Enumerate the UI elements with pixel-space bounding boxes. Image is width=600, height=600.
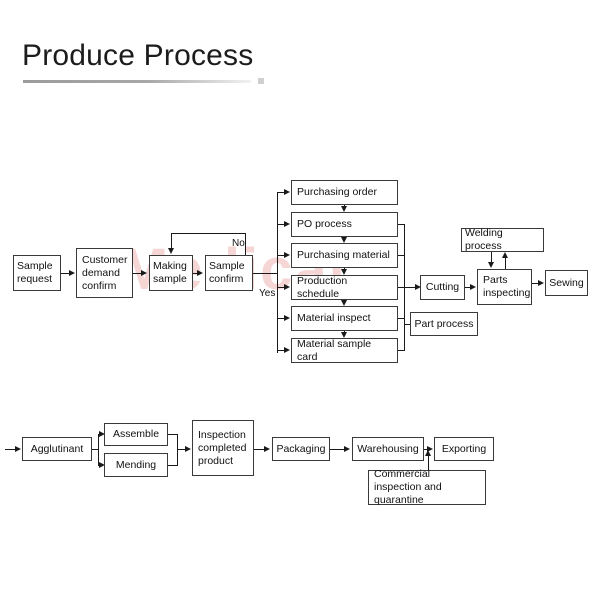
node-packaging[interactable]: Packaging	[272, 437, 330, 461]
node-exporting[interactable]: Exporting	[434, 437, 494, 461]
arrowhead-to-making-sample	[141, 269, 147, 276]
node-material-inspect[interactable]: Material inspect	[291, 306, 398, 331]
arrowhead-to-production-schedule	[284, 283, 290, 290]
node-label: Sample request	[17, 260, 53, 285]
edge-label-no: No	[232, 238, 245, 249]
node-label: Assemble	[112, 428, 160, 440]
node-sample-request[interactable]: Sample request	[13, 255, 61, 291]
node-cutting[interactable]: Cutting	[420, 275, 465, 300]
node-label: Agglutinant	[30, 442, 84, 455]
node-label: Commercial inspection and quarantine	[374, 468, 442, 506]
node-label: Material sample card	[297, 337, 372, 363]
arrowhead-to-customer-demand-confirm	[69, 269, 75, 276]
node-label: Parts inspecting	[483, 274, 531, 299]
node-inspection-completed-product[interactable]: Inspection completed product	[192, 420, 254, 476]
arrowhead-to-parts-inspecting	[470, 283, 476, 290]
connector-yes-stub	[253, 273, 278, 274]
node-label: Exporting	[441, 442, 487, 455]
node-customer-demand-confirm[interactable]: Customer demand confirm	[76, 248, 133, 298]
node-label: Sample confirm	[209, 260, 245, 285]
node-label: Making sample	[153, 260, 187, 285]
node-label: Mending	[115, 458, 157, 471]
connector-packaging-to-warehousing	[330, 449, 344, 450]
node-agglutinant[interactable]: Agglutinant	[22, 437, 92, 461]
arrowhead-to-sewing	[538, 279, 544, 286]
connector-purchasing-trunk	[277, 192, 278, 353]
connector-merge-bus	[177, 434, 178, 466]
node-sewing[interactable]: Sewing	[545, 270, 588, 296]
node-po-process[interactable]: PO process	[291, 212, 398, 237]
node-label: Warehousing	[357, 442, 419, 455]
node-purchasing-order[interactable]: Purchasing order	[291, 180, 398, 205]
arrowhead-to-material-inspect	[284, 314, 290, 321]
node-label: Part process	[414, 317, 474, 330]
node-production-schedule[interactable]: Production schedule	[291, 275, 398, 300]
node-label: Inspection completed product	[198, 428, 247, 467]
node-assemble[interactable]: Assemble	[104, 423, 168, 446]
arrowhead-to-warehousing	[344, 445, 350, 452]
connector-parts-up-to-welding	[505, 258, 506, 269]
flowchart-canvas: Produce Process Medical Sample request C…	[0, 0, 600, 600]
arrowhead-to-material-sample-card	[284, 346, 290, 353]
node-label: Customer demand confirm	[82, 253, 128, 292]
node-label: Packaging	[276, 442, 326, 455]
arrowhead-to-purchasing-order	[284, 188, 290, 195]
arrowhead-to-purchasing-material	[284, 251, 290, 258]
arrowhead-commercial-inspection-to-flow	[424, 450, 431, 456]
connector-no-loop-top	[171, 233, 246, 234]
title-underline-end-cap	[258, 78, 264, 84]
node-parts-inspecting[interactable]: Parts inspecting	[477, 269, 532, 305]
node-label: Purchasing order	[297, 186, 377, 198]
node-label: Welding process	[465, 227, 503, 252]
arrowhead-to-packaging	[264, 445, 270, 452]
node-label: PO process	[297, 218, 352, 230]
arrowhead-to-sample-confirm	[197, 269, 203, 276]
node-mending[interactable]: Mending	[104, 453, 168, 477]
node-welding-process[interactable]: Welding process	[461, 227, 544, 252]
node-label: Material inspect	[297, 312, 371, 324]
edge-label-yes: Yes	[259, 288, 276, 299]
arrowhead-welding-to-parts-inspecting	[487, 262, 494, 268]
node-label: Sewing	[549, 276, 584, 289]
connector-no-loop-descender	[171, 233, 172, 249]
node-purchasing-material[interactable]: Purchasing material	[291, 243, 398, 268]
connector-agglutinant-split	[98, 434, 99, 465]
title-underline-rule	[23, 80, 251, 83]
node-part-process[interactable]: Part process	[410, 312, 478, 336]
arrowhead-to-inspection-completed-product	[185, 445, 191, 452]
page-title: Produce Process	[22, 39, 254, 72]
node-making-sample[interactable]: Making sample	[149, 255, 193, 291]
connector-no-loop-riser	[245, 233, 246, 255]
node-commercial-inspection-and-quarantine[interactable]: Commercial inspection and quarantine	[368, 468, 486, 506]
node-sample-confirm[interactable]: Sample confirm	[205, 255, 253, 291]
title-block: Produce Process	[22, 38, 442, 94]
node-warehousing[interactable]: Warehousing	[352, 437, 424, 461]
arrowhead-no-loop-to-making-sample	[167, 248, 174, 254]
arrowhead-to-agglutinant	[15, 445, 21, 452]
node-label: Purchasing material	[297, 249, 390, 261]
node-label: Production schedule	[297, 274, 348, 300]
arrowhead-to-po-process	[284, 220, 290, 227]
node-label: Cutting	[425, 281, 460, 293]
node-material-sample-card[interactable]: Material sample card	[291, 338, 398, 363]
